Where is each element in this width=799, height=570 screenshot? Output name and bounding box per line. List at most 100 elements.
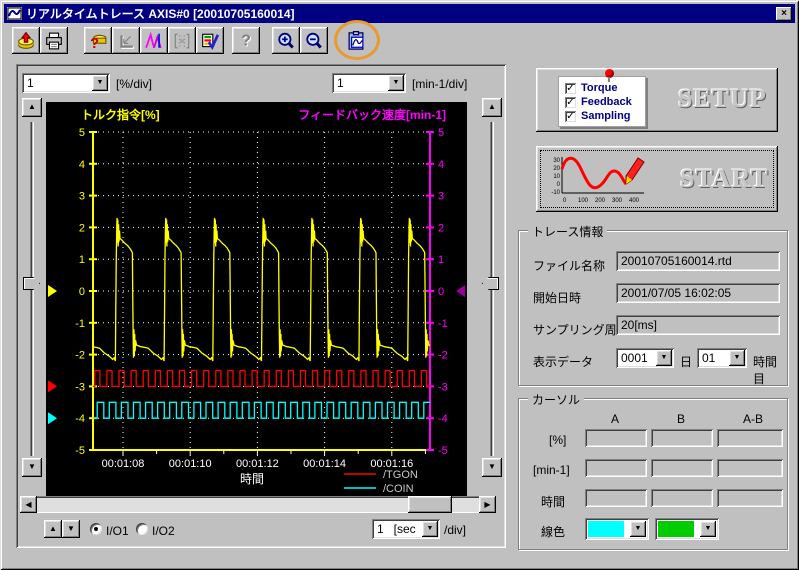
right-tick-label: 5 bbox=[438, 127, 444, 139]
right-offset-slider-thumb[interactable] bbox=[482, 277, 499, 290]
cursor-marker-triangle bbox=[48, 412, 57, 424]
right-tick-label: 2 bbox=[438, 222, 444, 234]
cursor-value-pct-ab bbox=[717, 429, 783, 447]
start-button[interactable]: 30 20 10 0 -10 0 100 200 300 400 START bbox=[536, 146, 778, 212]
right-tick-label: -1 bbox=[438, 318, 448, 330]
series-TGON bbox=[93, 371, 430, 387]
close-button[interactable]: × bbox=[776, 7, 792, 21]
right-tick-label: -5 bbox=[438, 445, 448, 457]
time-row-label: 時間 bbox=[541, 493, 565, 510]
time-div-value: 1 [sec bbox=[372, 519, 420, 539]
display-hour-combo[interactable]: 01 ▼ bbox=[697, 348, 747, 368]
hour-unit-label: 時間目 bbox=[753, 353, 787, 387]
svg-text:200: 200 bbox=[595, 198, 606, 204]
legend-label: /COIN bbox=[383, 483, 414, 495]
display-data-label: 表示データ bbox=[533, 353, 593, 370]
right-tick-label: 4 bbox=[438, 159, 444, 171]
right-scale-value: 1 bbox=[332, 73, 386, 93]
io-down-button[interactable]: ▼ bbox=[62, 520, 80, 538]
trace-plot: -5-5-4-4-3-3-2-2-1-100112233445500:01:08… bbox=[46, 102, 467, 512]
series-COIN bbox=[93, 402, 430, 418]
time-scrollbar-thumb[interactable] bbox=[408, 496, 452, 513]
io-up-button[interactable]: ▲ bbox=[44, 520, 62, 538]
x-tick-label: 00:01:10 bbox=[169, 458, 212, 470]
setup-button-label: SETUP bbox=[678, 84, 767, 114]
right-tick-label: -4 bbox=[438, 413, 448, 425]
trace-info-group: トレース情報 ファイル名称 20010705160014.rtd 開始日時 20… bbox=[518, 230, 788, 386]
left-scroll-down-button[interactable]: ▼ bbox=[22, 458, 42, 477]
waveform-view-button[interactable] bbox=[140, 27, 168, 54]
range-measure-button[interactable] bbox=[168, 27, 196, 54]
left-scroll-up-button[interactable]: ▲ bbox=[22, 98, 42, 117]
chevron-down-icon[interactable]: ▼ bbox=[388, 75, 404, 91]
copy-to-clipboard-button[interactable] bbox=[342, 27, 370, 54]
chevron-down-icon[interactable]: ▼ bbox=[656, 350, 672, 366]
chevron-down-icon[interactable]: ▼ bbox=[630, 521, 646, 537]
cursor-b-color-combo[interactable]: ▼ bbox=[655, 518, 719, 540]
trace-plot-area[interactable]: -5-5-4-4-3-3-2-2-1-100112233445500:01:08… bbox=[46, 102, 467, 512]
display-day-combo[interactable]: 0001 ▼ bbox=[616, 348, 674, 368]
column-ab-header: A-B bbox=[743, 412, 763, 426]
cursor-a-color-combo[interactable]: ▼ bbox=[585, 518, 649, 540]
trace-item-select-button[interactable] bbox=[196, 27, 224, 54]
scroll-left-button[interactable]: ◀ bbox=[20, 496, 37, 513]
context-help-button[interactable]: ? ? bbox=[232, 27, 260, 54]
open-trace-file-button[interactable] bbox=[12, 27, 40, 54]
plot-title-right: フィードバック速度[min-1] bbox=[298, 107, 446, 122]
note-item: ✓Torque bbox=[565, 82, 639, 94]
svg-text:10: 10 bbox=[553, 174, 560, 180]
close-icon: × bbox=[781, 8, 787, 19]
right-scroll-up-button[interactable]: ▲ bbox=[482, 98, 502, 117]
chevron-down-icon[interactable]: ▼ bbox=[729, 350, 745, 366]
right-scale-combo[interactable]: 1 ▼ bbox=[332, 73, 406, 93]
file-question-icon: ? bbox=[89, 32, 107, 50]
zoom-out-icon bbox=[305, 32, 323, 50]
svg-text:30: 30 bbox=[553, 158, 560, 164]
scroll-right-button[interactable]: ▶ bbox=[479, 496, 496, 513]
io1-radio[interactable] bbox=[90, 523, 102, 535]
cursor-marker-triangle bbox=[48, 380, 57, 392]
cursor-value-time-a bbox=[585, 489, 647, 507]
note-item: ✓Sampling bbox=[565, 110, 639, 122]
time-scrollbar[interactable]: ◀ ▶ bbox=[20, 496, 496, 513]
left-tick-label: -1 bbox=[75, 318, 85, 330]
time-div-combo[interactable]: 1 [sec ▼ bbox=[372, 519, 440, 539]
min-row-label: [min-1] bbox=[533, 463, 570, 477]
svg-text:0: 0 bbox=[563, 198, 567, 204]
left-tick-label: -3 bbox=[75, 381, 85, 393]
checklist-icon bbox=[201, 32, 219, 50]
sampling-period-label: サンプリング周期 bbox=[533, 321, 629, 338]
chevron-down-icon[interactable]: ▼ bbox=[422, 521, 438, 537]
fit-scale-button[interactable] bbox=[112, 27, 140, 54]
display-day-value: 0001 bbox=[616, 348, 654, 368]
chevron-down-icon[interactable]: ▼ bbox=[700, 521, 716, 537]
x-tick-label: 00:01:14 bbox=[303, 458, 346, 470]
checkbox-checked-icon: ✓ bbox=[565, 97, 576, 108]
chart-scale-icon bbox=[117, 32, 135, 50]
io2-radio[interactable] bbox=[136, 523, 148, 535]
left-tick-label: -2 bbox=[75, 350, 85, 362]
zoom-out-button[interactable] bbox=[300, 27, 328, 54]
zoom-in-button[interactable] bbox=[272, 27, 300, 54]
note-item-label: Feedback bbox=[581, 96, 632, 108]
left-tick-label: -4 bbox=[75, 413, 85, 425]
svg-text:300: 300 bbox=[612, 198, 623, 204]
cursor-a-color-swatch bbox=[588, 521, 624, 537]
left-offset-slider-thumb[interactable] bbox=[23, 277, 40, 290]
print-button[interactable] bbox=[40, 27, 68, 54]
chevron-down-icon[interactable]: ▼ bbox=[92, 75, 108, 91]
column-a-header: A bbox=[611, 412, 619, 426]
right-tick-label: 1 bbox=[438, 254, 444, 266]
setup-button[interactable]: ✓Torque ✓ Feedback ✓Sampling SETUP bbox=[536, 68, 778, 132]
start-date-label: 開始日時 bbox=[533, 289, 581, 306]
trace-info-title: トレース情報 bbox=[528, 223, 607, 240]
left-scale-combo[interactable]: 1 ▼ bbox=[22, 73, 110, 93]
cursor-group: カーソル A B A-B [%] [min-1] 時間 線色 ▼ ▼ bbox=[518, 398, 788, 550]
cursor-value-min-b bbox=[651, 459, 713, 477]
right-scroll-down-button[interactable]: ▼ bbox=[482, 458, 502, 477]
left-tick-label: 0 bbox=[79, 286, 85, 298]
svg-text:?: ? bbox=[241, 32, 251, 49]
cursor-value-min-ab bbox=[717, 459, 783, 477]
title-bar[interactable]: リアルタイムトレース AXIS#0 [20010705160014] × bbox=[4, 4, 795, 23]
file-info-help-button[interactable]: ? bbox=[84, 27, 112, 54]
